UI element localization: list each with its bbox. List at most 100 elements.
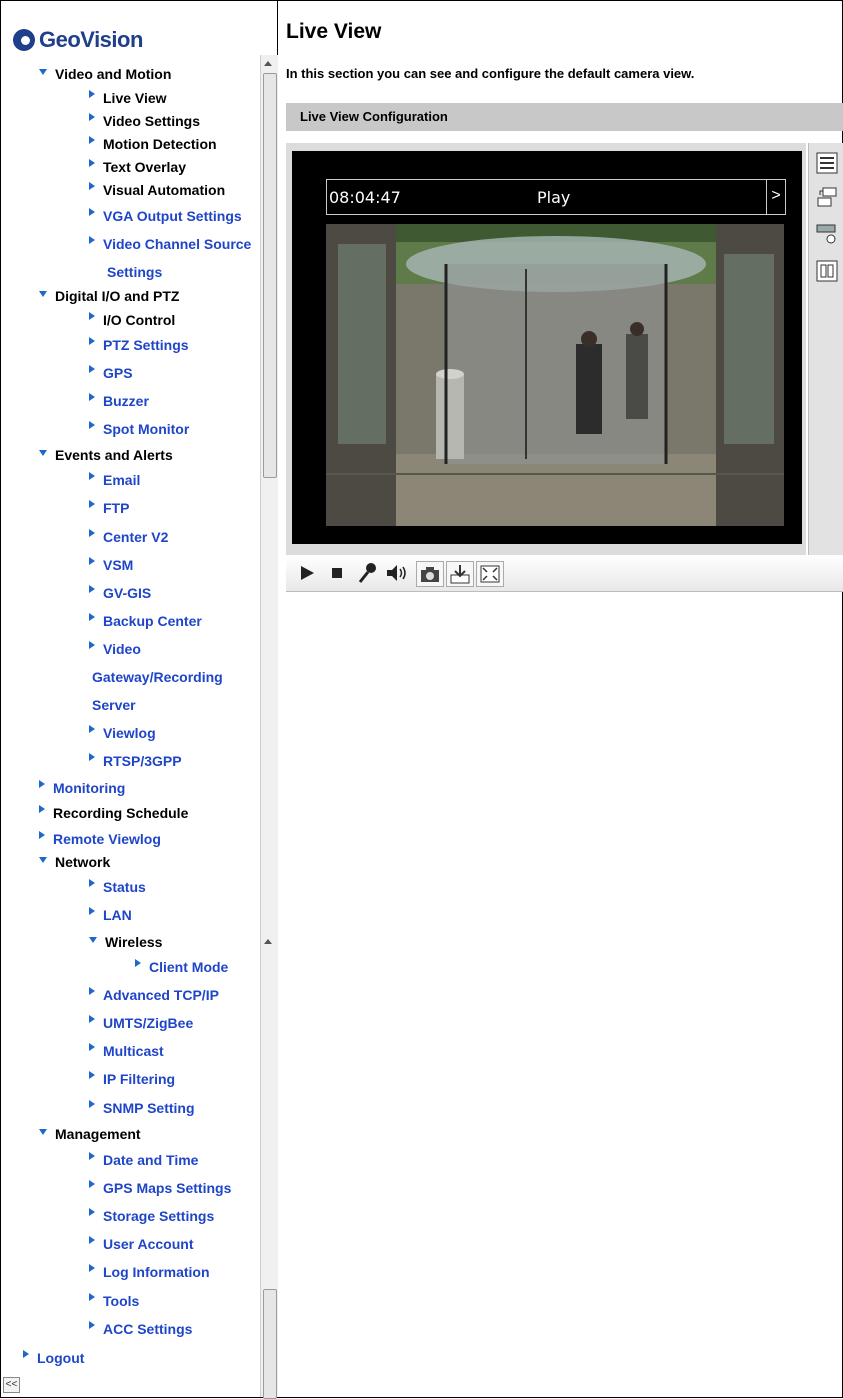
microphone-icon[interactable] <box>354 561 380 585</box>
nav-acc-settings[interactable]: ACC Settings <box>89 1320 192 1338</box>
nav-backup-center[interactable]: Backup Center <box>89 612 202 630</box>
arrow-icon <box>89 113 95 121</box>
nav-logout[interactable]: Logout <box>23 1349 84 1367</box>
speaker-icon[interactable] <box>384 561 410 585</box>
nav-viewlog[interactable]: Viewlog <box>89 724 156 742</box>
arrow-icon <box>89 987 95 995</box>
nav-user-account[interactable]: User Account <box>89 1235 194 1253</box>
arrow-icon <box>23 1350 29 1358</box>
nav-email[interactable]: Email <box>89 471 140 489</box>
ptz-icon[interactable] <box>815 221 839 245</box>
nav-vga-output-settings[interactable]: VGA Output Settings <box>89 207 242 225</box>
nav-recording-schedule[interactable]: Recording Schedule <box>39 804 188 822</box>
expanded-arrow-icon <box>39 857 47 863</box>
arrow-icon <box>89 90 95 98</box>
nav-center-v2[interactable]: Center V2 <box>89 528 168 546</box>
upper-scroll-thumb[interactable] <box>263 73 277 478</box>
section-header: Live View Configuration <box>286 103 843 131</box>
nav-multicast[interactable]: Multicast <box>89 1042 164 1060</box>
nav-umts-zigbee[interactable]: UMTS/ZigBee <box>89 1014 193 1032</box>
scroll-up-arrow-icon[interactable] <box>264 939 272 944</box>
nav-tools[interactable]: Tools <box>89 1292 139 1310</box>
save-clip-icon[interactable] <box>446 561 474 587</box>
arrow-icon <box>89 1236 95 1244</box>
nav-rtsp[interactable]: RTSP/3GPP <box>89 752 182 770</box>
nav-video-and-motion[interactable]: Video and Motion <box>39 65 171 83</box>
nav-storage[interactable]: Storage Settings <box>89 1207 214 1225</box>
arrow-icon <box>39 805 45 813</box>
nav-client-mode[interactable]: Client Mode <box>135 958 228 976</box>
osd-next-button[interactable]: > <box>766 180 785 214</box>
arrow-icon <box>89 1152 95 1160</box>
nav-buzzer[interactable]: Buzzer <box>89 392 149 410</box>
camera-switch-icon[interactable] <box>815 185 839 209</box>
nav-io-control[interactable]: I/O Control <box>89 311 175 329</box>
arrow-icon <box>89 641 95 649</box>
nav-spot-monitor[interactable]: Spot Monitor <box>89 420 189 438</box>
nav-digital-io-ptz[interactable]: Digital I/O and PTZ <box>39 287 179 305</box>
camera-video-frame[interactable] <box>326 224 784 526</box>
snapshot-icon[interactable] <box>416 561 444 587</box>
upper-scrollbar[interactable] <box>260 55 278 931</box>
nav-video-gateway-line3[interactable]: Server <box>92 696 136 714</box>
nav-motion-detection[interactable]: Motion Detection <box>89 135 217 153</box>
nav-lan[interactable]: LAN <box>89 906 132 924</box>
arrow-icon <box>89 1208 95 1216</box>
nav-ptz-settings[interactable]: PTZ Settings <box>89 336 189 354</box>
arrow-icon <box>89 1180 95 1188</box>
arrow-icon <box>89 1293 95 1301</box>
nav-date-time[interactable]: Date and Time <box>89 1151 198 1169</box>
nav-video-channel-source-line2[interactable]: Settings <box>107 263 162 281</box>
nav-gps-maps[interactable]: GPS Maps Settings <box>89 1179 231 1197</box>
arrow-icon <box>89 337 95 345</box>
side-toolbar <box>808 143 843 555</box>
arrow-icon <box>89 907 95 915</box>
arrow-icon <box>89 879 95 887</box>
arrow-icon <box>89 472 95 480</box>
arrow-icon <box>89 753 95 761</box>
arrow-icon <box>89 312 95 320</box>
arrow-icon <box>89 1100 95 1108</box>
play-icon[interactable] <box>294 561 320 585</box>
fullscreen-icon[interactable] <box>476 561 504 587</box>
nav-vsm[interactable]: VSM <box>89 556 133 574</box>
stop-icon[interactable] <box>324 561 350 585</box>
nav-video-settings[interactable]: Video Settings <box>89 112 200 130</box>
nav-remote-viewlog[interactable]: Remote Viewlog <box>39 830 161 848</box>
nav-video-channel-source[interactable]: Video Channel Source <box>89 235 251 253</box>
nav-gv-gis[interactable]: GV-GIS <box>89 584 151 602</box>
nav-log-information[interactable]: Log Information <box>89 1263 210 1281</box>
nav-snmp-setting[interactable]: SNMP Setting <box>89 1099 195 1117</box>
arrow-icon <box>89 613 95 621</box>
nav-text-overlay[interactable]: Text Overlay <box>89 158 186 176</box>
live-viewer: 08:04:47 Play > <box>286 143 806 555</box>
nav-management[interactable]: Management <box>39 1125 141 1143</box>
scroll-up-arrow-icon[interactable] <box>264 61 272 66</box>
arrow-icon <box>135 959 141 967</box>
nav-status[interactable]: Status <box>89 878 146 896</box>
nav-visual-automation[interactable]: Visual Automation <box>89 181 225 199</box>
expanded-arrow-icon <box>39 1129 47 1135</box>
expanded-arrow-icon <box>89 937 97 943</box>
arrow-icon <box>89 529 95 537</box>
nav-video-gateway-line2[interactable]: Gateway/Recording <box>92 668 223 686</box>
osd-state: Play <box>537 188 571 207</box>
arrow-icon <box>39 831 45 839</box>
nav-video-gateway[interactable]: Video <box>89 640 141 658</box>
settings-list-icon[interactable] <box>815 151 839 175</box>
nav-wireless[interactable]: Wireless <box>89 933 162 951</box>
nav-events-alerts[interactable]: Events and Alerts <box>39 446 173 464</box>
nav-advanced-tcpip[interactable]: Advanced TCP/IP <box>89 986 219 1004</box>
nav-monitoring[interactable]: Monitoring <box>39 779 125 797</box>
nav-ip-filtering[interactable]: IP Filtering <box>89 1070 175 1088</box>
page-description: In this section you can see and configur… <box>286 66 695 81</box>
lower-scroll-thumb[interactable] <box>263 1289 277 1399</box>
nav-ftp[interactable]: FTP <box>89 499 129 517</box>
collapse-sidebar-button[interactable]: << <box>3 1377 20 1393</box>
arrow-icon <box>89 136 95 144</box>
nav-live-view[interactable]: Live View <box>89 89 167 107</box>
io-icon[interactable] <box>815 259 839 283</box>
nav-network[interactable]: Network <box>39 853 110 871</box>
nav-gps[interactable]: GPS <box>89 364 133 382</box>
lower-scrollbar[interactable] <box>260 931 278 1399</box>
